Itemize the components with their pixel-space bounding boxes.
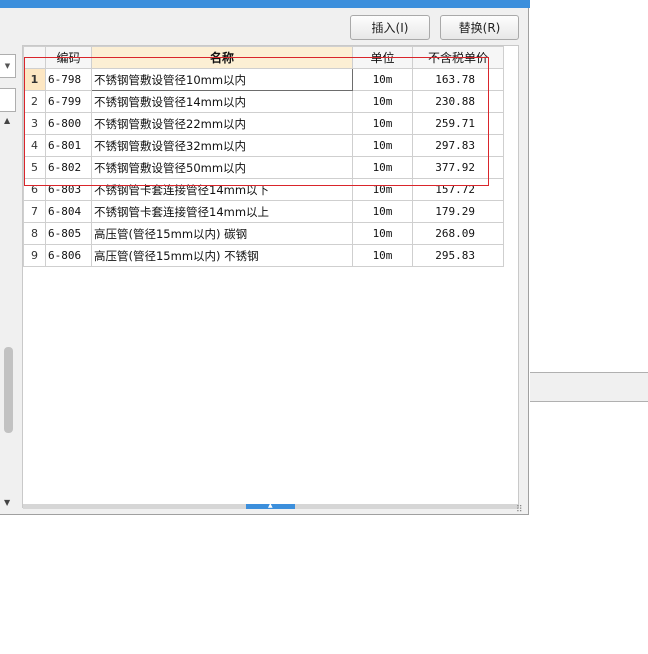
cell-unit[interactable]: 10m (352, 68, 413, 91)
column-header-name[interactable]: 名称 (91, 46, 353, 69)
cell-code[interactable]: 6-801 (45, 134, 92, 157)
table-header-row: 编码 名称 单位 不含税单价 (23, 46, 504, 69)
left-search-input[interactable] (0, 88, 16, 112)
cell-price[interactable]: 259.71 (412, 112, 504, 135)
cell-unit[interactable]: 10m (352, 244, 413, 267)
left-tree-scrollbar[interactable]: ▲ ▼ (0, 114, 16, 510)
insert-button[interactable]: 插入(I) (350, 15, 430, 40)
window-title-bar (0, 0, 530, 8)
row-number: 8 (23, 222, 46, 245)
table-row[interactable]: 2 6-799 不锈钢管敷设管径14mm以内 10m 230.88 (23, 90, 504, 113)
background-panel-strip (530, 372, 648, 402)
cell-name[interactable]: 高压管(管径15mm以内) 不锈钢 (91, 244, 353, 267)
scroll-up-icon[interactable]: ▲ (4, 116, 10, 125)
cell-price[interactable]: 230.88 (412, 90, 504, 113)
cell-unit[interactable]: 10m (352, 222, 413, 245)
table-row[interactable]: 9 6-806 高压管(管径15mm以内) 不锈钢 10m 295.83 (23, 244, 504, 267)
cell-code[interactable]: 6-802 (45, 156, 92, 179)
row-number: 6 (23, 178, 46, 201)
table-row[interactable]: 7 6-804 不锈钢管卡套连接管径14mm以上 10m 179.29 (23, 200, 504, 223)
table-row[interactable]: 4 6-801 不锈钢管敷设管径32mm以内 10m 297.83 (23, 134, 504, 157)
row-number-header (23, 46, 46, 69)
left-dropdown[interactable]: ▼ (0, 54, 16, 78)
cell-name[interactable]: 不锈钢管敷设管径14mm以内 (91, 90, 353, 113)
column-header-code[interactable]: 编码 (45, 46, 92, 69)
cell-unit[interactable]: 10m (352, 200, 413, 223)
cell-code[interactable]: 6-805 (45, 222, 92, 245)
row-number: 2 (23, 90, 46, 113)
cell-name[interactable]: 不锈钢管敷设管径10mm以内 (91, 68, 353, 91)
cell-code[interactable]: 6-800 (45, 112, 92, 135)
row-number: 1 (23, 68, 46, 91)
row-number: 4 (23, 134, 46, 157)
scroll-down-icon[interactable]: ▼ (4, 498, 10, 507)
table-row[interactable]: 8 6-805 高压管(管径15mm以内) 碳钢 10m 268.09 (23, 222, 504, 245)
cell-price[interactable]: 295.83 (412, 244, 504, 267)
horizontal-scrollbar[interactable]: ▲ (23, 502, 518, 509)
grip-icon: ▲ (268, 502, 273, 509)
cell-code[interactable]: 6-799 (45, 90, 92, 113)
row-number: 9 (23, 244, 46, 267)
cell-name[interactable]: 不锈钢管卡套连接管径14mm以下 (91, 178, 353, 201)
table-row[interactable]: 1 6-798 不锈钢管敷设管径10mm以内 10m 163.78 (23, 68, 504, 91)
scrollbar-thumb[interactable] (4, 347, 13, 433)
column-header-price[interactable]: 不含税单价 (412, 46, 504, 69)
cell-unit[interactable]: 10m (352, 178, 413, 201)
cell-name[interactable]: 不锈钢管敷设管径22mm以内 (91, 112, 353, 135)
cell-name[interactable]: 不锈钢管卡套连接管径14mm以上 (91, 200, 353, 223)
cell-name[interactable]: 不锈钢管敷设管径32mm以内 (91, 134, 353, 157)
chevron-down-icon: ▼ (4, 62, 11, 70)
row-number: 5 (23, 156, 46, 179)
cell-price[interactable]: 163.78 (412, 68, 504, 91)
cell-price[interactable]: 157.72 (412, 178, 504, 201)
quota-table-panel: 编码 名称 单位 不含税单价 1 6-798 不锈钢管敷设管径10mm以内 10… (22, 45, 519, 509)
table-row[interactable]: 3 6-800 不锈钢管敷设管径22mm以内 10m 259.71 (23, 112, 504, 135)
cell-code[interactable]: 6-806 (45, 244, 92, 267)
resize-grip-icon[interactable]: ⠿ (516, 505, 523, 515)
cell-price[interactable]: 297.83 (412, 134, 504, 157)
cell-name[interactable]: 不锈钢管敷设管径50mm以内 (91, 156, 353, 179)
cell-code[interactable]: 6-803 (45, 178, 92, 201)
cell-code[interactable]: 6-798 (45, 68, 92, 91)
cell-unit[interactable]: 10m (352, 90, 413, 113)
column-header-unit[interactable]: 单位 (352, 46, 413, 69)
row-number: 7 (23, 200, 46, 223)
cell-unit[interactable]: 10m (352, 156, 413, 179)
cell-unit[interactable]: 10m (352, 134, 413, 157)
cell-unit[interactable]: 10m (352, 112, 413, 135)
table-row[interactable]: 5 6-802 不锈钢管敷设管径50mm以内 10m 377.92 (23, 156, 504, 179)
quota-selection-dialog: 插入(I) 替换(R) ▼ ▲ ▼ 编码 名称 单位 不含税单价 1 6-798… (0, 8, 529, 515)
cell-code[interactable]: 6-804 (45, 200, 92, 223)
row-number: 3 (23, 112, 46, 135)
cell-price[interactable]: 268.09 (412, 222, 504, 245)
cell-name[interactable]: 高压管(管径15mm以内) 碳钢 (91, 222, 353, 245)
quota-table: 编码 名称 单位 不含税单价 1 6-798 不锈钢管敷设管径10mm以内 10… (23, 46, 504, 267)
cell-price[interactable]: 179.29 (412, 200, 504, 223)
table-row[interactable]: 6 6-803 不锈钢管卡套连接管径14mm以下 10m 157.72 (23, 178, 504, 201)
replace-button[interactable]: 替换(R) (440, 15, 519, 40)
cell-price[interactable]: 377.92 (412, 156, 504, 179)
